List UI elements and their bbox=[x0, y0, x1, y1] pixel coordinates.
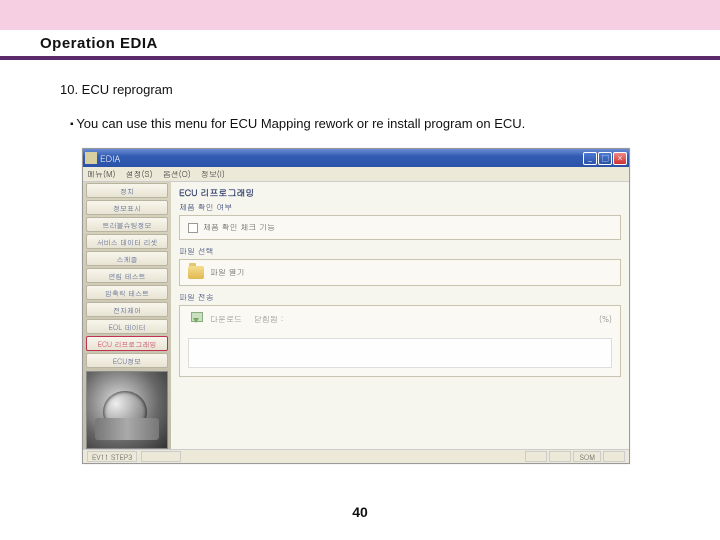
sidebar-item[interactable]: 서비스 데이터 리셋 bbox=[86, 234, 168, 249]
file-open-row: 파일 열기 bbox=[188, 266, 612, 279]
group-label: 파일 선택 bbox=[179, 246, 621, 257]
title-underline bbox=[0, 56, 720, 60]
close-button[interactable]: × bbox=[613, 152, 627, 165]
checkbox-label: 제품 확인 체크 기능 bbox=[203, 222, 275, 233]
sidebar: 정치 정보표시 트러블슈팅정보 서비스 데이터 리셋 스케줄 연립 테스트 압축… bbox=[83, 182, 171, 449]
sidebar-item[interactable]: ECU정보 bbox=[86, 353, 168, 368]
sidebar-engine-image bbox=[86, 371, 168, 449]
sidebar-item[interactable]: EOL 데이터 bbox=[86, 319, 168, 334]
status-cell: EV11 STEP3 bbox=[87, 451, 137, 462]
group-product-check: 제품 확인 여부 제품 확인 체크 기능 bbox=[179, 202, 621, 240]
progress-area bbox=[188, 338, 612, 368]
sidebar-item[interactable]: 스케줄 bbox=[86, 251, 168, 266]
menu-item[interactable]: 정보(I) bbox=[201, 169, 225, 180]
section-heading: 10. ECU reprogram bbox=[60, 82, 173, 97]
group-label: 제품 확인 여부 bbox=[179, 202, 621, 213]
window-titlebar[interactable]: EDIA _ □ × bbox=[83, 149, 629, 167]
slide-title: Operation EDIA bbox=[40, 35, 158, 52]
status-cell: SOM bbox=[573, 451, 601, 462]
status-left: EV11 STEP3 bbox=[87, 451, 523, 462]
window-body: 정치 정보표시 트러블슈팅정보 서비스 데이터 리셋 스케줄 연립 테스트 압축… bbox=[83, 182, 629, 449]
checkbox[interactable] bbox=[188, 223, 198, 233]
window-controls: _ □ × bbox=[583, 152, 627, 165]
app-window: EDIA _ □ × 메뉴(M) 설정(S) 옵션(O) 정보(I) 정치 정보… bbox=[82, 148, 630, 464]
sidebar-item[interactable]: 정보표시 bbox=[86, 200, 168, 215]
menu-item[interactable]: 설정(S) bbox=[126, 169, 153, 180]
checkbox-row: 제품 확인 체크 기능 bbox=[188, 222, 612, 233]
slide-title-bar: Operation EDIA bbox=[0, 30, 720, 56]
percent-label: (%) bbox=[599, 314, 612, 325]
group-file-select: 파일 선택 파일 열기 bbox=[179, 246, 621, 286]
minimize-button[interactable]: _ bbox=[583, 152, 597, 165]
app-icon bbox=[85, 152, 97, 164]
sidebar-item[interactable]: 정치 bbox=[86, 183, 168, 198]
slide-top-band bbox=[0, 0, 720, 30]
status-bar: EV11 STEP3 SOM bbox=[83, 449, 629, 463]
group-box: 제품 확인 체크 기능 bbox=[179, 215, 621, 240]
download-field-label: 닫힘됨 : bbox=[254, 314, 283, 325]
group-box: 파일 열기 bbox=[179, 259, 621, 286]
status-cell bbox=[603, 451, 625, 462]
maximize-button[interactable]: □ bbox=[598, 152, 612, 165]
group-box: 다운로드 닫힘됨 : (%) bbox=[179, 305, 621, 377]
content-area: ECU 리프로그래밍 제품 확인 여부 제품 확인 체크 기능 파일 선택 파일… bbox=[171, 182, 629, 449]
download-icon[interactable] bbox=[188, 312, 204, 326]
page-number: 40 bbox=[0, 504, 720, 520]
status-cell bbox=[549, 451, 571, 462]
status-cell bbox=[525, 451, 547, 462]
sidebar-item[interactable]: 압축릭 테스트 bbox=[86, 285, 168, 300]
sidebar-item[interactable]: 연립 테스트 bbox=[86, 268, 168, 283]
folder-icon[interactable] bbox=[188, 266, 204, 279]
menu-item[interactable]: 메뉴(M) bbox=[87, 169, 116, 180]
group-file-transfer: 파일 전송 다운로드 닫힘됨 : (%) bbox=[179, 292, 621, 377]
download-row: 다운로드 닫힘됨 : (%) bbox=[188, 312, 612, 326]
sidebar-item[interactable]: 전자제어 bbox=[86, 302, 168, 317]
sidebar-item[interactable]: 트러블슈팅정보 bbox=[86, 217, 168, 232]
sidebar-item-active[interactable]: ECU 리프로그래밍 bbox=[86, 336, 168, 351]
status-cell bbox=[141, 451, 181, 462]
section-description: You can use this menu for ECU Mapping re… bbox=[70, 116, 525, 131]
download-label: 다운로드 bbox=[210, 314, 242, 325]
menu-bar: 메뉴(M) 설정(S) 옵션(O) 정보(I) bbox=[83, 167, 629, 182]
file-open-label: 파일 열기 bbox=[210, 267, 245, 278]
menu-item[interactable]: 옵션(O) bbox=[163, 169, 191, 180]
content-heading: ECU 리프로그래밍 bbox=[179, 186, 621, 199]
group-label: 파일 전송 bbox=[179, 292, 621, 303]
window-title: EDIA bbox=[100, 152, 583, 165]
